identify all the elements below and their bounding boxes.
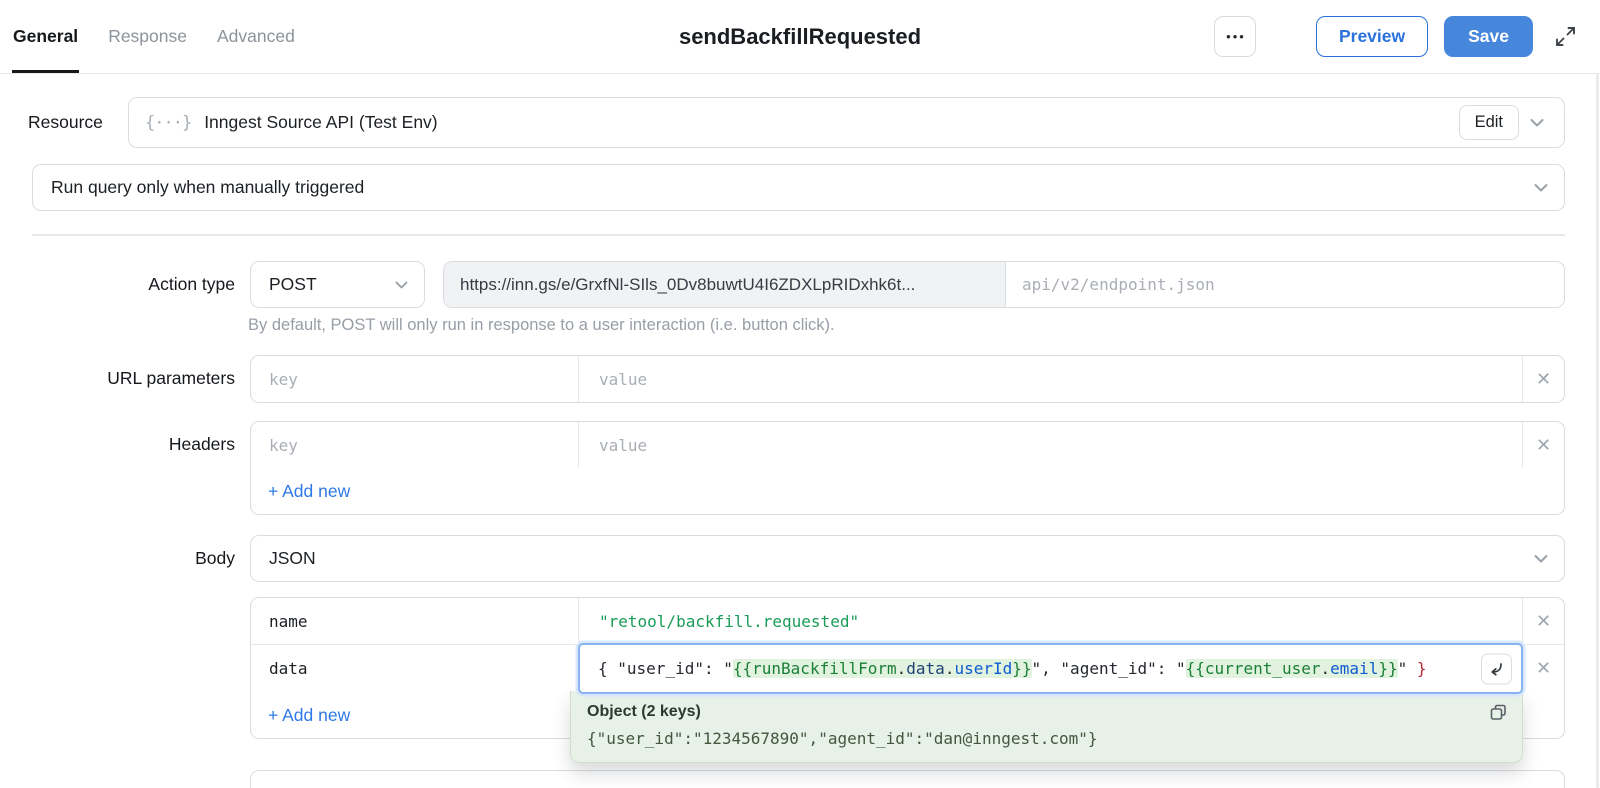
- tab-advanced-label: Advanced: [217, 26, 295, 46]
- url-param-value-cell: [578, 356, 1522, 402]
- body-data-key: data: [269, 659, 308, 678]
- edit-resource-button[interactable]: Edit: [1458, 105, 1519, 140]
- template-expression-2: {{current_user.email}}: [1185, 659, 1398, 678]
- body-data-key-cell[interactable]: data: [251, 645, 579, 692]
- header-value-cell: [578, 422, 1522, 468]
- next-field-row-partial[interactable]: [250, 770, 1565, 788]
- run-trigger-select[interactable]: Run query only when manually triggered: [32, 164, 1565, 211]
- url-parameter-row: ✕: [251, 356, 1564, 402]
- data-expression-code: { "user_id": "{{runBackfillForm.data.use…: [598, 659, 1427, 678]
- section-divider: [32, 234, 1565, 236]
- endpoint-input[interactable]: [1022, 262, 1564, 307]
- headers-group: ✕ + Add new: [250, 421, 1565, 515]
- expression-evaluation-popup: Object (2 keys) {"user_id":"1234567890",…: [570, 691, 1523, 763]
- url-field-group: https://inn.gs/e/GrxfNl-SIls_0Dv8buwtU4I…: [443, 261, 1565, 308]
- scrollbar[interactable]: [1596, 74, 1599, 788]
- preview-button[interactable]: Preview: [1315, 16, 1429, 57]
- url-param-key-input[interactable]: [269, 356, 578, 402]
- chevron-down-icon: [1534, 183, 1548, 192]
- action-type-label: Action type: [148, 274, 235, 294]
- evaluation-type-label: Object (2 keys): [587, 703, 701, 720]
- expand-icon: [1554, 25, 1577, 48]
- body-type-select[interactable]: JSON: [250, 535, 1565, 582]
- url-param-value-input[interactable]: [599, 356, 1522, 402]
- chevron-down-icon: [395, 281, 408, 289]
- headers-label: Headers: [168, 434, 235, 454]
- body-name-row: name "retool/backfill.requested" ✕: [251, 598, 1564, 644]
- tab-advanced[interactable]: Advanced: [217, 0, 295, 73]
- post-helper-text: By default, POST will only run in respon…: [248, 316, 835, 334]
- query-title: sendBackfillRequested: [678, 23, 922, 49]
- remove-body-name-button[interactable]: ✕: [1522, 598, 1564, 644]
- body-label: Body: [195, 548, 235, 568]
- remove-header-button[interactable]: ✕: [1522, 422, 1564, 468]
- template-expression-1: {{runBackfillForm.data.userId}}: [732, 659, 1032, 678]
- tab-general[interactable]: General: [12, 0, 80, 73]
- open-code-editor-button[interactable]: [1481, 653, 1512, 684]
- tab-response-label: Response: [108, 26, 187, 46]
- evaluation-result-value: {"user_id":"1234567890","agent_id":"dan@…: [587, 729, 1098, 748]
- body-data-row: data { "user_id": "{{runBackfillForm.dat…: [251, 643, 1564, 694]
- method-value: POST: [269, 274, 317, 294]
- body-data-expression-editor[interactable]: { "user_id": "{{runBackfillForm.data.use…: [578, 643, 1523, 694]
- remove-body-data-button[interactable]: ✕: [1522, 645, 1564, 692]
- chevron-down-icon: [1530, 118, 1544, 127]
- body-name-key-cell[interactable]: name: [251, 598, 578, 644]
- copy-icon: [1488, 702, 1509, 723]
- run-trigger-value: Run query only when manually triggered: [51, 177, 365, 197]
- edit-resource-label: Edit: [1474, 113, 1503, 131]
- rest-api-resource-icon: {···}: [145, 112, 192, 133]
- remove-url-param-button[interactable]: ✕: [1522, 356, 1564, 402]
- save-button[interactable]: Save: [1444, 16, 1533, 57]
- header-bar: General Response Advanced sendBackfillRe…: [0, 0, 1600, 74]
- copy-result-button[interactable]: [1488, 702, 1509, 723]
- ellipsis-icon: •••: [1226, 29, 1246, 44]
- expand-button[interactable]: [1554, 25, 1577, 48]
- resource-name: Inngest Source API (Test Env): [204, 112, 438, 132]
- url-param-key-cell: [251, 356, 578, 402]
- chevron-down-icon: [1534, 554, 1548, 563]
- body-name-value-cell[interactable]: "retool/backfill.requested": [578, 598, 1522, 644]
- tab-bar: General Response Advanced: [12, 0, 295, 73]
- base-url-prefix: https://inn.gs/e/GrxfNl-SIls_0Dv8buwtU4I…: [444, 262, 1006, 307]
- header-value-input[interactable]: [599, 422, 1522, 468]
- resource-label: Resource: [28, 112, 103, 132]
- endpoint-field-wrap: [1006, 262, 1564, 307]
- body-type-value: JSON: [269, 548, 316, 568]
- header-row: ✕: [251, 422, 1564, 468]
- body-name-key: name: [269, 611, 308, 631]
- resource-select[interactable]: {···} Inngest Source API (Test Env) Edit: [128, 97, 1565, 148]
- tab-response[interactable]: Response: [108, 0, 187, 73]
- close-icon: ✕: [1535, 658, 1552, 678]
- open-editor-icon: [1488, 660, 1505, 677]
- close-icon: ✕: [1535, 368, 1552, 389]
- close-icon: ✕: [1535, 610, 1552, 631]
- save-button-label: Save: [1468, 26, 1509, 46]
- more-options-button[interactable]: •••: [1213, 16, 1256, 57]
- url-parameters-group: ✕: [250, 355, 1565, 403]
- header-key-input[interactable]: [269, 422, 578, 468]
- active-tab-indicator: [12, 69, 80, 73]
- header-actions: ••• Preview Save: [1213, 16, 1577, 57]
- preview-button-label: Preview: [1338, 26, 1406, 46]
- header-key-cell: [251, 422, 578, 468]
- close-icon: ✕: [1535, 434, 1552, 455]
- method-select[interactable]: POST: [250, 261, 425, 308]
- url-parameters-label: URL parameters: [107, 368, 235, 388]
- tab-general-label: General: [13, 26, 79, 46]
- query-editor-panel: General Response Advanced sendBackfillRe…: [0, 0, 1600, 788]
- body-name-value: "retool/backfill.requested": [599, 611, 860, 631]
- headers-add-new-button[interactable]: + Add new: [251, 468, 1564, 514]
